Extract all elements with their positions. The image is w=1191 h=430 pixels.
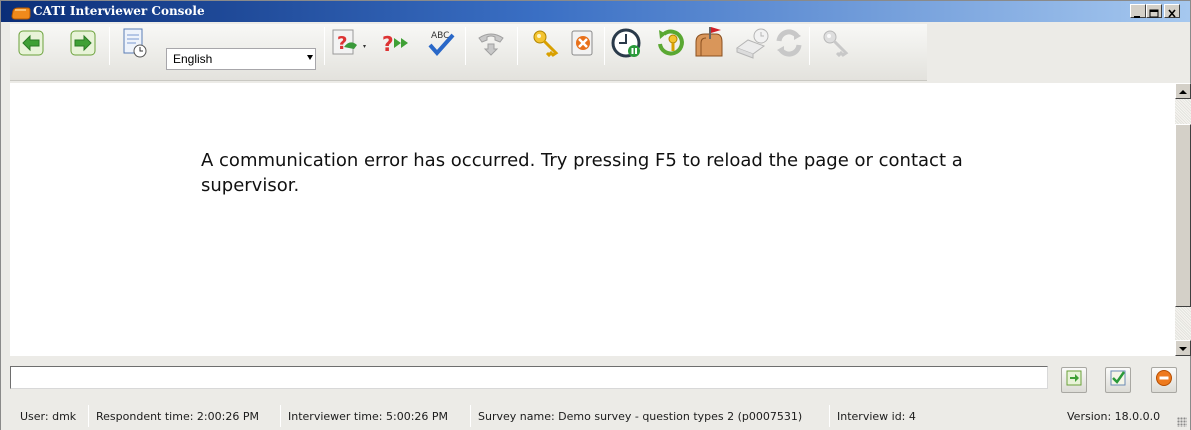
book-clock-icon — [734, 26, 772, 60]
key-icon — [821, 28, 851, 58]
mailbox-icon — [692, 26, 726, 60]
title-bar[interactable]: CATI Interviewer Console — [1, 1, 1190, 22]
scroll-down-button[interactable] — [1175, 340, 1191, 356]
document-history-button[interactable] — [117, 26, 151, 60]
cancel-doc-icon — [568, 28, 598, 58]
question-fastforward-icon: ? — [380, 29, 412, 57]
toolbar-separator — [809, 27, 810, 65]
clock-pause-icon — [610, 26, 644, 60]
cancel-button[interactable] — [566, 26, 600, 60]
toolbar-separator — [324, 27, 325, 65]
chevron-down-icon[interactable] — [307, 55, 313, 60]
maximize-button[interactable] — [1146, 4, 1162, 18]
window-title: CATI Interviewer Console — [33, 4, 205, 18]
hangup-button[interactable] — [474, 26, 508, 60]
mailbox-button[interactable] — [692, 26, 726, 60]
toolbar-separator — [604, 27, 605, 65]
app-window: CATI Interviewer Console English ? ? ABC… — [0, 0, 1191, 430]
language-select[interactable]: English — [166, 48, 316, 70]
abc-check-icon: ABC — [425, 27, 457, 59]
content-area: A communication error has occurred. Try … — [10, 83, 1175, 356]
go-arrow-icon — [1065, 369, 1083, 391]
sync-button[interactable] — [772, 26, 806, 60]
status-bar: User: dmk Respondent time: 2:00:26 PM In… — [1, 401, 1190, 430]
svg-text:?: ? — [337, 33, 347, 54]
scroll-up-button[interactable] — [1175, 83, 1191, 99]
scroll-thumb[interactable] — [1175, 124, 1191, 307]
accept-button[interactable] — [1105, 367, 1131, 393]
status-separator — [470, 405, 471, 427]
arrow-right-icon — [69, 29, 97, 57]
status-interviewer-time: Interviewer time: 5:00:26 PM — [288, 410, 449, 423]
spellcheck-button[interactable]: ABC — [424, 26, 458, 60]
language-select-value: English — [173, 52, 213, 66]
status-separator — [829, 405, 830, 427]
skip-button[interactable]: ? — [379, 26, 413, 60]
svg-text:?: ? — [382, 32, 394, 56]
resize-grip[interactable] — [1177, 417, 1187, 427]
checkmark-icon — [1109, 369, 1127, 391]
key-button[interactable] — [529, 26, 563, 60]
stop-icon — [1155, 369, 1173, 391]
refresh-key-button[interactable] — [654, 26, 688, 60]
toolbar-separator — [465, 27, 466, 65]
vertical-scrollbar[interactable] — [1175, 83, 1191, 356]
help-button[interactable]: ? — [330, 26, 370, 60]
status-interview-id: Interview id: 4 — [837, 410, 916, 423]
pause-timer-button[interactable] — [610, 26, 644, 60]
status-user: User: dmk — [20, 410, 77, 423]
refresh-key-icon — [654, 26, 688, 60]
forward-button[interactable] — [66, 26, 100, 60]
error-message: A communication error has occurred. Try … — [201, 150, 963, 196]
minimize-button[interactable] — [1130, 4, 1146, 18]
appointment-button[interactable] — [734, 26, 772, 60]
status-separator — [88, 405, 89, 427]
phone-hangup-icon — [476, 28, 506, 58]
document-clock-icon — [119, 27, 149, 59]
app-icon — [11, 5, 31, 20]
back-button[interactable] — [14, 26, 48, 60]
key-disabled-button[interactable] — [819, 26, 853, 60]
toolbar-separator — [109, 27, 110, 65]
arrow-left-icon — [17, 29, 45, 57]
status-version: Version: 18.0.0.0 — [1067, 410, 1161, 423]
sync-icon — [773, 27, 805, 59]
go-button[interactable] — [1061, 367, 1087, 393]
key-icon — [531, 28, 561, 58]
response-input[interactable] — [10, 366, 1048, 389]
status-respondent-time: Respondent time: 2:00:26 PM — [96, 410, 259, 423]
close-button[interactable] — [1164, 4, 1180, 18]
status-survey-name: Survey name: Demo survey - question type… — [478, 410, 803, 423]
stop-button[interactable] — [1151, 367, 1177, 393]
help-question-icon: ? — [330, 27, 370, 59]
status-separator — [280, 405, 281, 427]
toolbar-separator — [517, 27, 518, 65]
